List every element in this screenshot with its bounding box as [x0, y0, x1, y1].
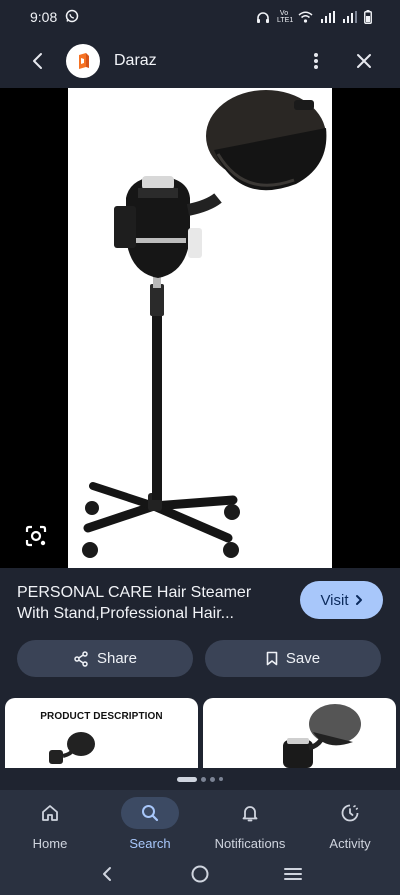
more-vert-icon: [314, 53, 318, 69]
system-recents-button[interactable]: [273, 859, 313, 889]
nav-search[interactable]: Search: [100, 790, 200, 852]
lens-icon: [25, 525, 47, 547]
bookmark-icon: [266, 651, 278, 666]
pagination-dot: [201, 776, 206, 782]
daraz-logo: [66, 44, 100, 78]
share-icon: [74, 650, 88, 667]
result-info-panel: PERSONAL CARE Hair Steamer With Stand,Pr…: [0, 568, 400, 768]
app-bar: Daraz: [0, 34, 400, 88]
pagination-dot: [210, 776, 215, 782]
bell-icon: [242, 806, 258, 822]
network-label: Vo LTE1: [277, 10, 294, 24]
battery-icon: [364, 10, 372, 24]
search-icon: [142, 805, 159, 822]
related-result-card[interactable]: [203, 698, 396, 768]
visit-button[interactable]: Visit: [300, 581, 383, 619]
system-back-button[interactable]: [87, 859, 127, 889]
whatsapp-icon: [65, 9, 79, 26]
pagination-dot: [219, 777, 223, 781]
nav-home[interactable]: Home: [0, 790, 100, 852]
image-viewer[interactable]: [0, 88, 400, 568]
pagination-dots: [0, 768, 400, 790]
site-name: Daraz: [114, 52, 157, 69]
save-label: Save: [285, 650, 321, 667]
activity-icon: [341, 804, 359, 822]
menu-lines-icon: [284, 867, 303, 880]
visit-label: Visit: [320, 591, 349, 609]
circle-home-icon: [191, 865, 209, 882]
related-card-caption: PRODUCT DESCRIPTION: [40, 711, 163, 722]
close-icon: [357, 54, 371, 68]
system-home-button[interactable]: [180, 859, 220, 889]
more-options-button[interactable]: [296, 39, 336, 83]
product-image[interactable]: [68, 88, 332, 568]
headphones-icon: [256, 11, 270, 24]
save-button[interactable]: Save: [205, 640, 381, 677]
pagination-dot: [177, 776, 197, 782]
back-button[interactable]: [16, 39, 60, 83]
chevron-left-icon: [102, 866, 111, 881]
system-navigation-bar: [0, 852, 400, 895]
nav-label: Search: [129, 836, 171, 851]
signal-icon: [342, 11, 357, 23]
nav-label: Notifications: [214, 836, 286, 851]
chevron-right-icon: [355, 595, 362, 605]
close-button[interactable]: [342, 39, 386, 83]
nav-notifications[interactable]: Notifications: [200, 790, 300, 852]
share-button[interactable]: Share: [17, 640, 193, 677]
back-arrow-icon: [33, 53, 42, 69]
home-icon: [42, 805, 58, 821]
bottom-navigation: Home Search Notifications Activity: [0, 790, 400, 852]
signal-icon: [320, 11, 335, 23]
share-label: Share: [96, 650, 138, 667]
nav-activity[interactable]: Activity: [300, 790, 400, 852]
related-result-card[interactable]: PRODUCT DESCRIPTION: [5, 698, 198, 768]
product-title[interactable]: PERSONAL CARE Hair Steamer With Stand,Pr…: [17, 582, 277, 624]
nav-label: Activity: [329, 836, 371, 851]
nav-label: Home: [32, 836, 68, 851]
wifi-icon: [298, 11, 313, 23]
google-lens-button[interactable]: [20, 520, 52, 552]
clock: 9:08: [30, 9, 58, 25]
status-bar: 9:08 Vo LTE1: [0, 0, 400, 34]
